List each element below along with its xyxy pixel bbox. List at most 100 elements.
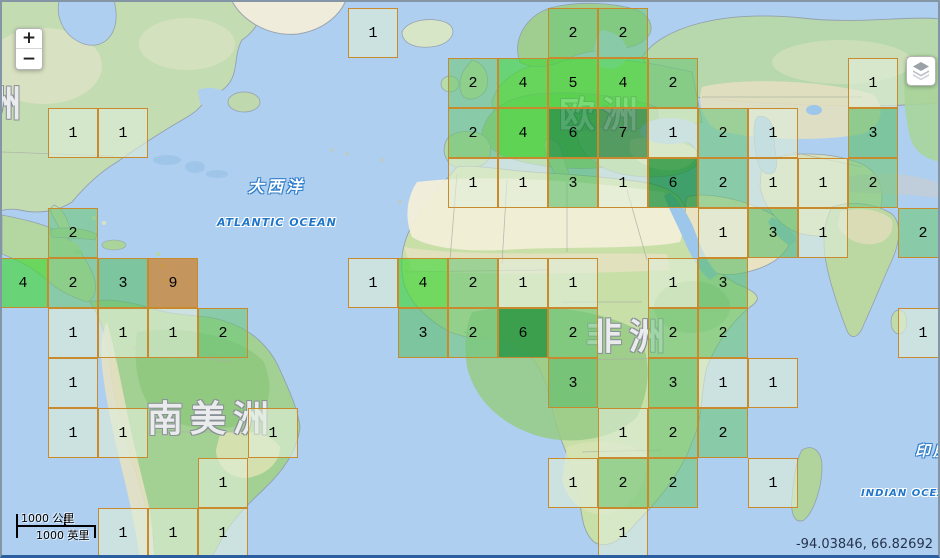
grid-cell-count: 1	[68, 126, 77, 141]
grid-cell-count: 6	[518, 326, 527, 341]
grid-cell-count: 1	[568, 476, 577, 491]
grid-cell[interactable]: 3	[548, 358, 598, 408]
grid-cell-count: 1	[68, 426, 77, 441]
grid-cell[interactable]: 1	[348, 8, 398, 58]
grid-cell[interactable]: 1	[48, 108, 98, 158]
grid-cell-count: 3	[568, 176, 577, 191]
grid-cell[interactable]: 1	[848, 58, 898, 108]
grid-cell[interactable]: 3	[548, 158, 598, 208]
grid-cell[interactable]: 2	[448, 58, 498, 108]
grid-cell[interactable]: 3	[648, 358, 698, 408]
grid-cell[interactable]: 6	[548, 108, 598, 158]
grid-cell[interactable]: 4	[0, 258, 48, 308]
grid-cell-count: 3	[118, 276, 127, 291]
grid-cell[interactable]: 6	[498, 308, 548, 358]
grid-cell[interactable]: 2	[698, 308, 748, 358]
grid-cell-count: 1	[218, 526, 227, 541]
grid-cell-count: 1	[168, 526, 177, 541]
grid-cell[interactable]: 2	[648, 58, 698, 108]
grid-cell[interactable]: 4	[498, 58, 548, 108]
grid-cell[interactable]: 2	[698, 158, 748, 208]
grid-cell-count: 2	[468, 126, 477, 141]
grid-cell[interactable]: 1	[198, 508, 248, 558]
grid-cell[interactable]: 1	[498, 258, 548, 308]
grid-cell[interactable]: 2	[448, 308, 498, 358]
grid-cell[interactable]: 1	[598, 408, 648, 458]
grid-cell[interactable]: 2	[598, 8, 648, 58]
grid-cell-count: 1	[268, 426, 277, 441]
grid-cell[interactable]: 1	[448, 158, 498, 208]
grid-cell-count: 1	[118, 526, 127, 541]
grid-cell[interactable]: 1	[698, 358, 748, 408]
grid-cell[interactable]: 1	[498, 158, 548, 208]
grid-cell[interactable]: 1	[198, 458, 248, 508]
grid-cell[interactable]: 4	[398, 258, 448, 308]
grid-cell[interactable]: 2	[548, 8, 598, 58]
grid-cell[interactable]: 2	[698, 108, 748, 158]
zoom-in-button[interactable]: +	[16, 29, 42, 49]
grid-cell-count: 2	[668, 426, 677, 441]
grid-cell[interactable]: 1	[98, 408, 148, 458]
grid-cell[interactable]: 1	[548, 258, 598, 308]
grid-cell[interactable]: 3	[848, 108, 898, 158]
grid-cell[interactable]: 6	[648, 158, 698, 208]
grid-cell[interactable]: 5	[548, 58, 598, 108]
grid-cell[interactable]: 3	[748, 208, 798, 258]
grid-cell[interactable]: 1	[798, 208, 848, 258]
grid-cell-count: 2	[718, 126, 727, 141]
grid-cell[interactable]: 2	[48, 208, 98, 258]
grid-cell[interactable]: 2	[598, 458, 648, 508]
grid-cell[interactable]: 2	[648, 458, 698, 508]
grid-cell[interactable]: 1	[748, 358, 798, 408]
grid-cell-count: 4	[18, 276, 27, 291]
grid-cell[interactable]: 1	[748, 458, 798, 508]
grid-cell[interactable]: 1	[48, 308, 98, 358]
grid-cell[interactable]: 2	[48, 258, 98, 308]
grid-cell[interactable]: 2	[198, 308, 248, 358]
grid-cell-count: 1	[718, 376, 727, 391]
grid-cell[interactable]: 2	[448, 258, 498, 308]
grid-cell-count: 2	[468, 276, 477, 291]
grid-cell-count: 1	[668, 126, 677, 141]
grid-cell[interactable]: 1	[748, 158, 798, 208]
grid-cell[interactable]: 1	[148, 508, 198, 558]
grid-cell[interactable]: 1	[648, 258, 698, 308]
grid-cell-count: 1	[218, 476, 227, 491]
grid-cell[interactable]: 9	[148, 258, 198, 308]
grid-cell[interactable]: 3	[398, 308, 448, 358]
grid-cell[interactable]: 1	[48, 358, 98, 408]
grid-cell[interactable]: 2	[698, 408, 748, 458]
grid-cell[interactable]: 1	[898, 308, 940, 358]
grid-cell[interactable]: 1	[698, 208, 748, 258]
grid-cell[interactable]: 3	[98, 258, 148, 308]
grid-cell[interactable]: 2	[648, 308, 698, 358]
grid-cell[interactable]: 1	[598, 158, 648, 208]
grid-cell[interactable]: 1	[648, 108, 698, 158]
layers-button[interactable]	[906, 56, 936, 86]
grid-cell[interactable]: 1	[548, 458, 598, 508]
grid-cell[interactable]: 1	[798, 158, 848, 208]
grid-cell[interactable]: 1	[248, 408, 298, 458]
grid-cell[interactable]: 2	[448, 108, 498, 158]
grid-cell[interactable]: 1	[598, 508, 648, 558]
grid-cell[interactable]: 1	[98, 508, 148, 558]
grid-cell[interactable]: 2	[848, 158, 898, 208]
grid-cell[interactable]: 1	[348, 258, 398, 308]
grid-cell-count: 3	[768, 226, 777, 241]
grid-cell[interactable]: 1	[98, 108, 148, 158]
grid-cell[interactable]: 7	[598, 108, 648, 158]
grid-cell[interactable]: 2	[898, 208, 940, 258]
grid-cell[interactable]: 3	[698, 258, 748, 308]
grid-cell[interactable]: 1	[748, 108, 798, 158]
zoom-out-button[interactable]: −	[16, 49, 42, 69]
grid-layer: 1222454211124671213113162112213124239142…	[2, 2, 938, 555]
grid-cell[interactable]: 4	[598, 58, 648, 108]
grid-cell[interactable]: 1	[48, 408, 98, 458]
map-container[interactable]: 洲 欧洲 非洲 南美洲 大西洋 ATLANTIC OCEAN 印度 INDIAN…	[0, 0, 940, 558]
grid-cell[interactable]: 1	[98, 308, 148, 358]
scale-mi-label: 1000 英里	[36, 527, 90, 543]
grid-cell[interactable]: 4	[498, 108, 548, 158]
grid-cell[interactable]: 2	[648, 408, 698, 458]
grid-cell[interactable]: 2	[548, 308, 598, 358]
grid-cell[interactable]: 1	[148, 308, 198, 358]
